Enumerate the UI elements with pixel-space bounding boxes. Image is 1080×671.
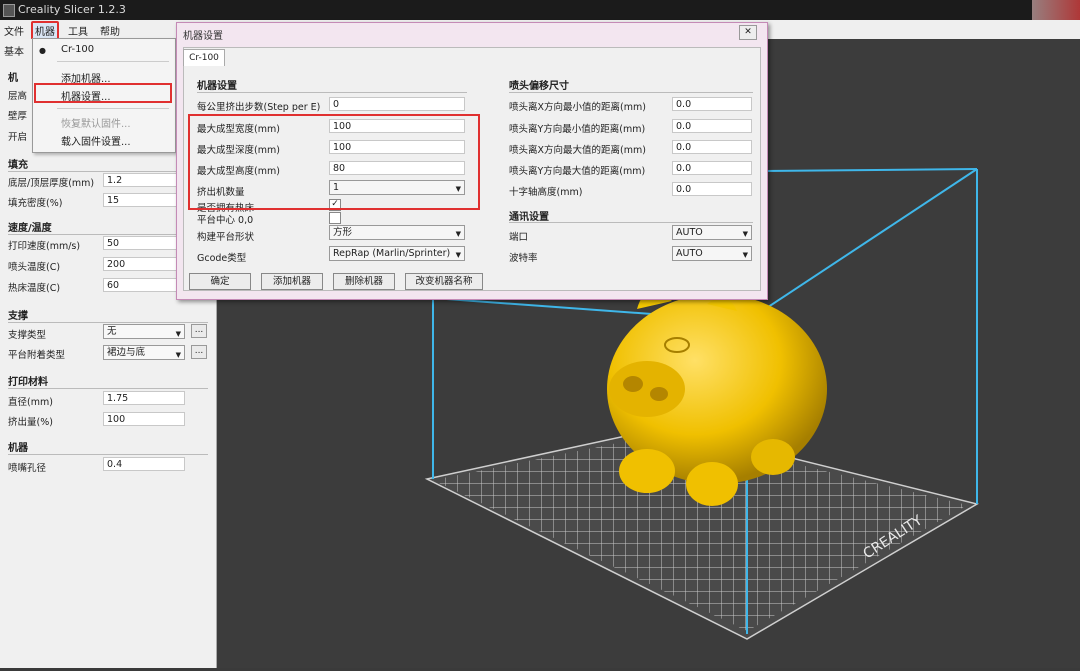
menu-item-cr100[interactable]: Cr-100 bbox=[61, 44, 94, 55]
close-button[interactable]: ✕ bbox=[739, 25, 757, 40]
label-platform-adhesion: 平台附着类型 bbox=[8, 350, 66, 361]
label-machine-center: 平台中心 0,0 bbox=[197, 215, 254, 226]
menu-separator bbox=[57, 108, 169, 109]
print-speed-input[interactable]: 50 bbox=[103, 236, 185, 250]
machine-menu-dropdown: ● Cr-100 添加机器... 机器设置... 恢复默认固件... 载入固件设… bbox=[32, 38, 176, 153]
machine-center-checkbox[interactable] bbox=[329, 212, 341, 224]
window-controls bbox=[1032, 0, 1080, 20]
label-print-speed: 打印速度(mm/s) bbox=[8, 241, 81, 252]
chevron-down-icon: ▼ bbox=[175, 351, 181, 359]
section-machine-title: 机器 bbox=[8, 439, 208, 455]
port-value: AUTO bbox=[676, 227, 703, 238]
label-bed-temp: 热床温度(C) bbox=[8, 283, 61, 294]
section-support-title: 支撑 bbox=[8, 307, 208, 323]
head-size-section-title: 喷头偏移尺寸 bbox=[509, 81, 569, 92]
remove-machine-button[interactable]: 删除机器 bbox=[333, 273, 395, 290]
section-divider bbox=[509, 92, 753, 93]
label-head-min-x: 喷头离X方向最小值的距离(mm) bbox=[509, 102, 646, 113]
menu-tools[interactable]: 工具 bbox=[68, 23, 88, 38]
gantry-height-input[interactable]: 0.0 bbox=[672, 182, 752, 196]
label-gantry-height: 十字轴高度(mm) bbox=[509, 187, 583, 198]
gcode-flavor-value: RepRap (Marlin/Sprinter) bbox=[333, 248, 451, 259]
nozzle-size-input[interactable]: 0.4 bbox=[103, 457, 185, 471]
steps-per-e-input[interactable]: 0 bbox=[329, 97, 465, 111]
chevron-down-icon: ▼ bbox=[742, 251, 748, 259]
label-gcode-flavor: Gcode类型 bbox=[197, 253, 247, 264]
head-min-y-input[interactable]: 0.0 bbox=[672, 119, 752, 133]
build-shape-value: 方形 bbox=[333, 227, 353, 238]
machine-settings-dialog: 机器设置 ✕ Cr-100 机器设置 每公里挤出步数(Step per E) 0… bbox=[176, 22, 768, 300]
chevron-down-icon: ▼ bbox=[742, 230, 748, 238]
tab-basic[interactable]: 基本 bbox=[4, 43, 24, 58]
platform-adhesion-select[interactable]: 裙边与底 ▼ bbox=[103, 345, 185, 360]
label-baudrate: 波特率 bbox=[509, 253, 538, 264]
label-diameter: 直径(mm) bbox=[8, 397, 53, 408]
highlight-box bbox=[34, 83, 172, 103]
fill-density-input[interactable]: 15 bbox=[103, 193, 185, 207]
label-steps-per-e: 每公里挤出步数(Step per E) bbox=[197, 102, 321, 113]
label-flow: 挤出量(%) bbox=[8, 417, 53, 428]
platform-adhesion-more-button[interactable]: ... bbox=[191, 345, 207, 359]
label-build-shape: 构建平台形状 bbox=[197, 232, 255, 243]
label-nozzle-size: 喷嘴孔径 bbox=[8, 463, 47, 474]
diameter-input[interactable]: 1.75 bbox=[103, 391, 185, 405]
label-port: 端口 bbox=[509, 232, 529, 243]
partial-label-enable: 开启 bbox=[8, 132, 28, 143]
baudrate-select[interactable]: AUTO ▼ bbox=[672, 246, 752, 261]
head-max-y-input[interactable]: 0.0 bbox=[672, 161, 752, 175]
support-type-select[interactable]: 无 ▼ bbox=[103, 324, 185, 339]
label-nozzle-temp: 喷头温度(C) bbox=[8, 262, 61, 273]
menu-file[interactable]: 文件 bbox=[4, 23, 24, 38]
label-support-type: 支撑类型 bbox=[8, 330, 47, 341]
label-top-bottom-thickness: 底层/顶层厚度(mm) bbox=[8, 178, 95, 189]
highlight-box bbox=[188, 114, 480, 210]
partial-section-title: 机 bbox=[8, 73, 18, 84]
chevron-down-icon: ▼ bbox=[175, 330, 181, 338]
comm-section-title: 通讯设置 bbox=[509, 212, 549, 223]
title-bar: Creality Slicer 1.2.3 bbox=[0, 0, 1080, 20]
label-fill-density: 填充密度(%) bbox=[8, 198, 63, 209]
chevron-down-icon: ▼ bbox=[455, 230, 461, 238]
app-icon bbox=[3, 4, 15, 17]
label-head-min-y: 喷头离Y方向最小值的距离(mm) bbox=[509, 124, 646, 135]
partial-label-layer-height: 层高 bbox=[8, 91, 28, 102]
gcode-flavor-select[interactable]: RepRap (Marlin/Sprinter) ▼ bbox=[329, 246, 465, 261]
head-min-x-input[interactable]: 0.0 bbox=[672, 97, 752, 111]
nozzle-temp-input[interactable]: 200 bbox=[103, 257, 185, 271]
section-divider bbox=[197, 92, 467, 93]
section-filament-title: 打印材料 bbox=[8, 373, 208, 389]
partial-label-shell: 壁厚 bbox=[8, 111, 28, 122]
rename-machine-button[interactable]: 改变机器名称 bbox=[405, 273, 483, 290]
radio-dot-icon: ● bbox=[39, 46, 46, 55]
menu-item-load-firmware-settings[interactable]: 载入固件设置... bbox=[61, 133, 131, 148]
menu-help[interactable]: 帮助 bbox=[100, 23, 120, 38]
window-title: Creality Slicer 1.2.3 bbox=[18, 3, 126, 16]
build-shape-select[interactable]: 方形 ▼ bbox=[329, 225, 465, 240]
ok-button[interactable]: 确定 bbox=[189, 273, 251, 290]
baudrate-value: AUTO bbox=[676, 248, 703, 259]
add-machine-button[interactable]: 添加机器 bbox=[261, 273, 323, 290]
platform-adhesion-value: 裙边与底 bbox=[107, 347, 146, 358]
tab-cr100[interactable]: Cr-100 bbox=[183, 49, 225, 66]
top-bottom-thickness-input[interactable]: 1.2 bbox=[103, 173, 185, 187]
menu-separator bbox=[57, 61, 169, 62]
port-select[interactable]: AUTO ▼ bbox=[672, 225, 752, 240]
support-type-value: 无 bbox=[107, 326, 117, 337]
label-head-max-x: 喷头离X方向最大值的距离(mm) bbox=[509, 145, 646, 156]
flow-input[interactable]: 100 bbox=[103, 412, 185, 426]
bed-temp-input[interactable]: 60 bbox=[103, 278, 185, 292]
machine-settings-section-title: 机器设置 bbox=[197, 81, 237, 92]
label-head-max-y: 喷头离Y方向最大值的距离(mm) bbox=[509, 166, 646, 177]
chevron-down-icon: ▼ bbox=[455, 251, 461, 259]
support-type-more-button[interactable]: ... bbox=[191, 324, 207, 338]
head-max-x-input[interactable]: 0.0 bbox=[672, 140, 752, 154]
menu-item-restore-firmware: 恢复默认固件... bbox=[61, 119, 131, 130]
section-divider bbox=[509, 222, 753, 223]
dialog-title: 机器设置 bbox=[183, 31, 223, 42]
